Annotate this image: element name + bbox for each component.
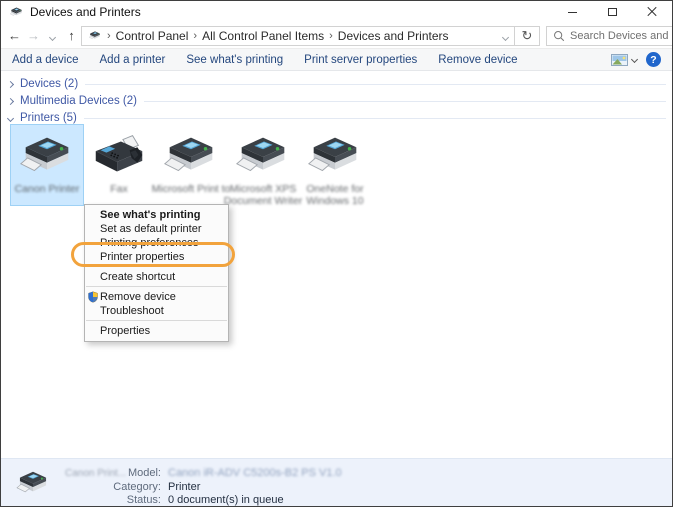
- printer-icon: [14, 468, 52, 498]
- menu-item-see-whats-printing[interactable]: See what's printing: [85, 208, 228, 222]
- model-value: Canon iR-ADV C5200s-B2 PS V1.0: [168, 467, 342, 480]
- printer-icon: [304, 132, 366, 180]
- uac-shield-icon: [87, 291, 99, 303]
- menu-item-printing-preferences[interactable]: Printing preferences: [85, 236, 228, 250]
- maximize-button[interactable]: [592, 1, 632, 23]
- printer-tile-label: OneNote for Windows 10: [291, 183, 379, 207]
- group-rule: [144, 101, 666, 102]
- printer-tiles: Canon Printer Fax Microsoft Print to Mic…: [11, 125, 371, 205]
- menu-item-remove-device[interactable]: Remove device: [85, 290, 228, 304]
- minimize-icon: [568, 12, 577, 13]
- category-value: Printer: [168, 481, 342, 494]
- menu-item-label: Remove device: [100, 291, 176, 303]
- change-view-button[interactable]: [611, 54, 637, 66]
- chevron-down-icon: [631, 56, 638, 63]
- printer-tile-onenote[interactable]: OneNote for Windows 10: [299, 125, 371, 205]
- group-header-printers[interactable]: Printers (5): [8, 110, 666, 126]
- minimize-button[interactable]: [552, 1, 592, 23]
- menu-item-create-shortcut[interactable]: Create shortcut: [85, 270, 228, 284]
- menu-item-set-as-default-printer[interactable]: Set as default printer: [85, 222, 228, 236]
- breadcrumb-separator: ›: [193, 30, 197, 42]
- context-menu: See what's printing Set as default print…: [84, 204, 229, 342]
- chevron-right-icon: [7, 97, 14, 104]
- chevron-down-icon: [502, 33, 509, 40]
- group-header-devices[interactable]: Devices (2): [8, 76, 666, 92]
- search-input[interactable]: [570, 30, 673, 42]
- group-label: Multimedia Devices (2): [20, 95, 137, 107]
- printer-app-icon: [9, 6, 24, 18]
- see-whats-printing-button[interactable]: See what's printing: [186, 54, 283, 66]
- window-title: Devices and Printers: [30, 5, 141, 19]
- breadcrumb-devices-and-printers[interactable]: Devices and Printers: [338, 29, 449, 43]
- menu-item-troubleshoot[interactable]: Troubleshoot: [85, 304, 228, 318]
- close-button[interactable]: [632, 1, 672, 23]
- devices-and-printers-window: Devices and Printers ← → ↑ › Control Pan…: [0, 0, 673, 507]
- status-value: 0 document(s) in queue: [168, 494, 342, 507]
- breadcrumb-separator: ›: [329, 30, 333, 42]
- menu-separator: [86, 320, 227, 321]
- device-details: Model: Canon iR-ADV C5200s-B2 PS V1.0 Ca…: [101, 467, 342, 507]
- add-a-printer-button[interactable]: Add a printer: [100, 54, 166, 66]
- chevron-right-icon: [7, 80, 14, 87]
- add-a-device-button[interactable]: Add a device: [12, 54, 79, 66]
- breadcrumb-control-panel[interactable]: Control Panel: [116, 29, 189, 43]
- status-label: Status:: [101, 494, 161, 507]
- printer-tile-microsoft-print-to[interactable]: Microsoft Print to: [155, 125, 227, 205]
- titlebar: Devices and Printers: [1, 1, 672, 23]
- details-pane: Canon Print... Model: Canon iR-ADV C5200…: [1, 458, 672, 506]
- chevron-down-icon: [49, 34, 56, 41]
- fax-icon: [88, 132, 150, 180]
- command-toolbar: Add a device Add a printer See what's pr…: [1, 48, 672, 71]
- breadcrumb-all-control-panel-items[interactable]: All Control Panel Items: [202, 29, 324, 43]
- forward-button[interactable]: →: [24, 29, 43, 42]
- group-label: Printers (5): [20, 112, 77, 124]
- printer-icon: [232, 132, 294, 180]
- history-dropdown-button[interactable]: [43, 29, 62, 42]
- back-button[interactable]: ←: [5, 29, 24, 42]
- print-server-properties-button[interactable]: Print server properties: [304, 54, 417, 66]
- refresh-button[interactable]: ↻: [515, 26, 540, 46]
- up-button[interactable]: ↑: [62, 29, 81, 42]
- maximize-icon: [608, 8, 617, 16]
- menu-item-properties[interactable]: Properties: [85, 324, 228, 338]
- address-bar-row: ← → ↑ › Control Panel › All Control Pane…: [1, 23, 672, 48]
- address-dropdown-button[interactable]: [503, 27, 508, 45]
- group-header-multimedia-devices[interactable]: Multimedia Devices (2): [8, 93, 666, 109]
- menu-item-printer-properties[interactable]: Printer properties: [85, 250, 228, 264]
- menu-separator: [86, 286, 227, 287]
- printer-icon: [160, 132, 222, 180]
- category-label: Category:: [101, 481, 161, 494]
- search-box[interactable]: [546, 26, 673, 46]
- group-rule: [84, 118, 666, 119]
- printer-tile-microsoft-xps[interactable]: Microsoft XPS Document Writer: [227, 125, 299, 205]
- menu-separator: [86, 266, 227, 267]
- close-icon: [647, 7, 657, 17]
- search-icon: [553, 30, 565, 42]
- devices-breadcrumb-icon: [88, 30, 102, 41]
- group-rule: [85, 84, 666, 85]
- printer-tile-fax[interactable]: Fax: [83, 125, 155, 205]
- remove-device-button[interactable]: Remove device: [438, 54, 517, 66]
- group-label: Devices (2): [20, 78, 78, 90]
- breadcrumb-separator: ›: [107, 30, 111, 42]
- chevron-down-icon: [7, 114, 14, 121]
- help-button[interactable]: ?: [646, 52, 661, 67]
- printer-tile-canon[interactable]: Canon Printer: [11, 125, 83, 205]
- model-label: Model:: [101, 467, 161, 480]
- view-thumbnail-icon: [611, 54, 628, 66]
- printer-icon: [16, 132, 78, 180]
- address-bar[interactable]: › Control Panel › All Control Panel Item…: [81, 26, 515, 46]
